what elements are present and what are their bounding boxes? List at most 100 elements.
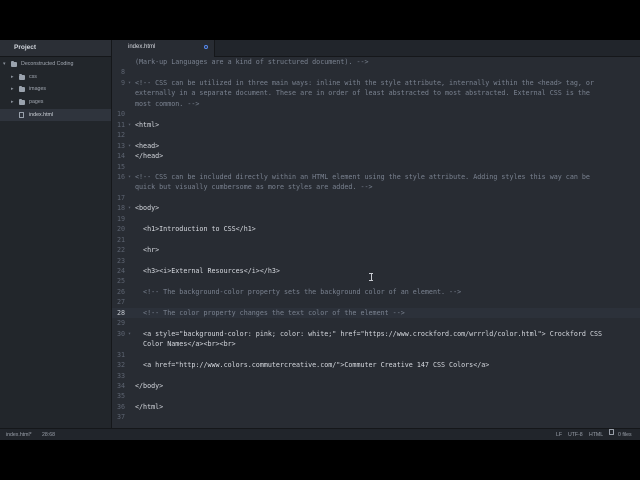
code-line[interactable]: 27 [112, 297, 640, 307]
code-line[interactable]: 29 [112, 318, 640, 328]
sidebar-header: Project [0, 40, 111, 57]
editor-window: Project ▾ Deconstructed Coding ▸ css ▸ images… [0, 40, 640, 440]
fold-arrow-icon[interactable]: ▾ [128, 141, 131, 151]
line-number: 18 [116, 204, 125, 213]
code-text: <head> [135, 141, 160, 150]
code-area[interactable]: (Mark-up Languages are a kind of structu… [112, 56, 640, 428]
folder-icon [19, 86, 25, 93]
code-text: <hr> [135, 246, 160, 255]
sidebar-folder[interactable]: ▸ css [0, 71, 111, 84]
code-line[interactable]: 23 [112, 256, 640, 266]
sidebar-folder[interactable]: ▾ Deconstructed Coding [0, 58, 111, 71]
code-text: <!-- The color property changes the text… [135, 308, 405, 317]
code-line[interactable]: quick but visually cumbersome as more st… [112, 182, 640, 192]
line-number: 11 [116, 120, 125, 129]
status-cursor-position[interactable]: 28:68 [42, 429, 55, 440]
code-line[interactable]: most common. --> [112, 99, 640, 109]
tab-index-html[interactable]: index.html [112, 40, 215, 57]
file-icon [609, 429, 614, 435]
code-line[interactable]: (Mark-up Languages are a kind of structu… [112, 57, 640, 67]
code-line[interactable]: Color Names</a><br><br> [112, 339, 640, 349]
code-line[interactable]: 20 <h1>Introduction to CSS</h1> [112, 224, 640, 234]
status-files-count[interactable]: 0 files [618, 429, 632, 440]
file-icon [19, 111, 24, 118]
code-line[interactable]: 21 [112, 235, 640, 245]
fold-arrow-icon[interactable]: ▾ [128, 78, 131, 88]
sidebar-folder[interactable]: ▸ pages [0, 96, 111, 109]
code-text: (Mark-up Languages are a kind of structu… [135, 58, 369, 66]
code-line[interactable]: 26 <!-- The background-color property se… [112, 287, 640, 297]
code-line[interactable]: 31 [112, 350, 640, 360]
fold-arrow-icon[interactable]: ▾ [128, 203, 131, 213]
code-text: <body> [135, 204, 160, 213]
code-line[interactable]: 28 <!-- The color property changes the t… [112, 307, 640, 318]
chevron-down-icon[interactable]: ▾ [3, 58, 6, 71]
chevron-right-icon[interactable]: ▸ [11, 71, 14, 84]
fold-arrow-icon[interactable]: ▾ [128, 120, 131, 130]
code-line[interactable]: 8 [112, 67, 640, 77]
sidebar-folder[interactable]: ▸ images [0, 83, 111, 96]
code-line[interactable]: 16 ▾ <!-- CSS can be included directly wit… [112, 172, 640, 182]
code-line[interactable]: 13 ▾ <head> [112, 141, 640, 151]
tab-label: index.html [128, 44, 156, 50]
line-number: 25 [116, 277, 125, 286]
chevron-right-icon[interactable]: ▸ [11, 83, 14, 96]
code-line[interactable]: 18 ▾ <body> [112, 203, 640, 213]
line-number: 12 [116, 131, 125, 140]
code-line[interactable]: 25 [112, 276, 640, 286]
tree-item-label: css [29, 73, 37, 80]
status-file-name[interactable]: index.html* [6, 429, 32, 440]
code-line[interactable]: 22 <hr> [112, 245, 640, 255]
line-number: 30 [116, 329, 125, 338]
code-text: <a style="background-color: pink; color:… [135, 329, 603, 338]
fold-arrow-icon[interactable]: ▾ [128, 329, 131, 339]
line-number: 17 [116, 193, 125, 202]
line-number: 33 [116, 371, 125, 380]
modified-indicator-icon[interactable] [204, 45, 208, 49]
line-number: 20 [116, 225, 125, 234]
code-line[interactable]: 11 ▾ <html> [112, 120, 640, 130]
code-text: <h1>Introduction to CSS</h1> [135, 225, 256, 234]
code-line[interactable]: 9 ▾ <!-- CSS can be utilized in three main… [112, 78, 640, 88]
editor-pane: index.html (Mark-up Languages are a kind… [112, 40, 640, 428]
line-number: 27 [116, 298, 125, 307]
status-encoding[interactable]: UTF-8 [568, 429, 583, 440]
code-line[interactable]: 14 </head> [112, 151, 640, 161]
status-line-ending[interactable]: LF [556, 429, 562, 440]
code-line[interactable]: 24 <h3><i>External Resources</i></h3> [112, 266, 640, 276]
sidebar-file[interactable]: index.html [0, 108, 111, 122]
code-text: <!-- CSS can be utilized in three main w… [135, 78, 594, 87]
code-text: <!-- CSS can be included directly within… [135, 172, 590, 181]
line-number: 22 [116, 246, 125, 255]
code-line[interactable]: 33 [112, 371, 640, 381]
tree-item-label: images [29, 86, 47, 93]
tab-bar: index.html [112, 40, 640, 57]
code-line[interactable]: 30 ▾ <a style="background-color: pink; co… [112, 329, 640, 339]
code-line[interactable]: 19 [112, 214, 640, 224]
fold-arrow-icon[interactable]: ▾ [128, 172, 131, 182]
code-line[interactable]: 35 [112, 391, 640, 401]
code-text: <h3><i>External Resources</i></h3> [135, 267, 280, 275]
code-line[interactable]: 15 [112, 162, 640, 172]
line-number: 28 [116, 308, 125, 317]
tree-item-label: pages [29, 99, 44, 106]
code-line[interactable]: 12 [112, 130, 640, 140]
code-line[interactable]: 36 </html> [112, 402, 640, 412]
folder-icon [19, 73, 25, 80]
code-line[interactable]: 32 <a href="http://www.colors.commutercr… [112, 360, 640, 370]
line-number: 26 [116, 287, 125, 296]
tree-item-label: index.html [29, 111, 54, 118]
file-tree: ▾ Deconstructed Coding ▸ css ▸ images ▸ pages in… [0, 58, 111, 122]
line-number: 9 [120, 78, 125, 87]
code-line[interactable]: 10 [112, 109, 640, 119]
text-cursor-icon [369, 273, 373, 281]
chevron-right-icon[interactable]: ▸ [11, 96, 14, 109]
code-line[interactable]: 37 [112, 412, 640, 422]
code-line[interactable]: 17 [112, 193, 640, 203]
line-number: 16 [116, 172, 125, 181]
line-number: 34 [116, 381, 125, 390]
code-line[interactable]: externally in a separate document. These… [112, 88, 640, 98]
status-grammar[interactable]: HTML [589, 429, 603, 440]
line-number: 24 [116, 267, 125, 275]
code-line[interactable]: 34 </body> [112, 381, 640, 391]
